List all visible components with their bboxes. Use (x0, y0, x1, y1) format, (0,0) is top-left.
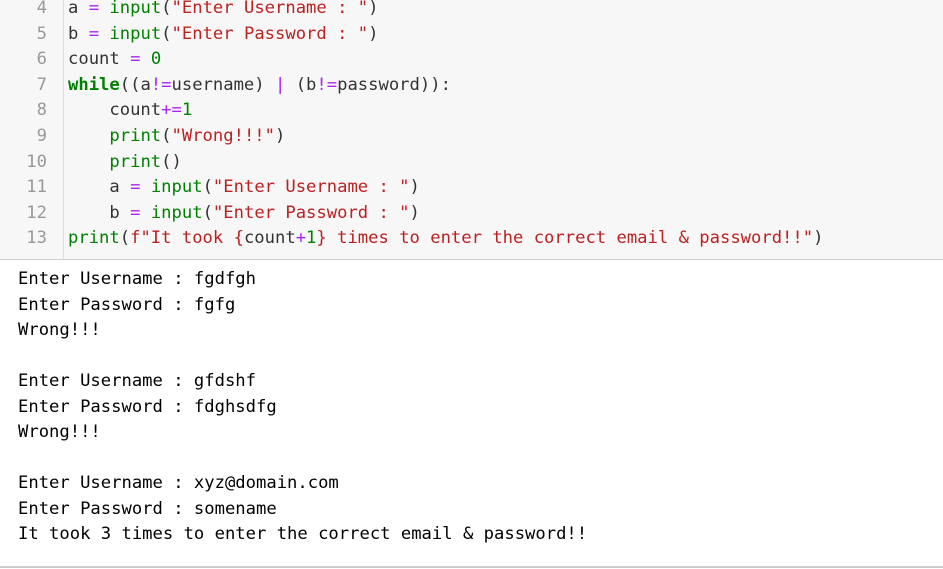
code-token: ) (409, 202, 420, 223)
code-token: = (130, 202, 141, 223)
code-token: ) (813, 228, 824, 249)
code-token: != (316, 74, 338, 95)
code-token: input (109, 0, 162, 18)
code-text: a = input("Enter Username : ") (68, 175, 420, 200)
code-token: ) (368, 23, 379, 44)
code-token: "Enter Username : " (171, 0, 369, 18)
code-token: + (295, 228, 307, 249)
line-number: 6 (36, 49, 47, 70)
output-line: Enter Username : xyz@domain.com (18, 473, 339, 493)
code-token: ( (202, 177, 213, 198)
line-number: 13 (26, 228, 47, 249)
code-token: "Enter Username : " (212, 177, 410, 198)
code-token: 1 (306, 228, 317, 249)
code-token: count (243, 228, 296, 249)
line-number: 10 (26, 151, 47, 172)
code-token: ( (119, 228, 131, 249)
code-token: ( (161, 0, 172, 18)
code-token: ( (161, 23, 172, 44)
code-token: ) (368, 0, 379, 18)
code-token: ( (202, 202, 213, 223)
cell-divider (0, 566, 943, 568)
output-line: Enter Username : gfdshf (18, 371, 256, 391)
output-line: Wrong!!! (18, 422, 101, 442)
code-token: "Enter Password : " (171, 23, 369, 44)
code-token: = (88, 23, 100, 44)
code-text: a = input("Enter Username : ") (68, 0, 379, 21)
output-line: Enter Password : fdghsdfg (18, 396, 277, 417)
code-token: "Wrong!!!" (171, 126, 275, 146)
code-token: print (109, 151, 162, 172)
code-token: () (161, 151, 182, 172)
code-token: ) (275, 126, 286, 146)
code-token: while (68, 74, 120, 95)
line-number: 9 (36, 126, 47, 146)
code-token: += (161, 100, 182, 121)
code-token: b (68, 23, 89, 44)
output-line: Enter Username : fgdfgh (18, 269, 256, 289)
code-text: b = input("Enter Password : ") (68, 22, 379, 47)
code-token: ) (409, 177, 420, 198)
output-line: It took 3 times to enter the correct ema… (18, 524, 588, 544)
code-token: username) (171, 74, 275, 95)
code-token: != (150, 74, 172, 95)
code-token: f"It took { (130, 228, 244, 249)
code-token: 1 (181, 100, 193, 121)
code-text: print("Wrong!!!") (68, 124, 285, 149)
code-cell[interactable]: 4a = input("Enter Username : ") 5 b = inpu… (0, 0, 943, 260)
code-text: while((a!=username) | (b!=password)): (68, 73, 451, 98)
code-token: print (68, 228, 120, 249)
code-token: = (130, 177, 141, 198)
code-text: b = input("Enter Password : ") (68, 201, 420, 226)
output-line: Enter Password : somename (18, 498, 277, 519)
code-text: count+=1 (68, 98, 192, 123)
code-text: print() (68, 150, 182, 175)
code-token: count (68, 49, 131, 70)
output-line: Enter Password : fgfg (18, 294, 236, 315)
code-token: } times to enter the correct email & pas… (316, 228, 814, 249)
code-text: print(f"It took {count+1} times to enter… (68, 226, 823, 251)
code-token: count (68, 100, 162, 121)
code-token: ((a (119, 74, 151, 95)
code-token: (b (285, 74, 317, 95)
code-token: "Enter Password : " (212, 202, 410, 223)
line-number: 7 (36, 74, 47, 95)
code-token: = (130, 49, 141, 70)
code-token: | (274, 74, 286, 95)
code-token: input (150, 202, 203, 223)
line-number: 5 (36, 23, 47, 44)
cell-output: Enter Username : fgdfgh Enter Password : … (18, 267, 938, 548)
code-token: 0 (150, 49, 162, 70)
code-token: password)): (337, 74, 451, 95)
code-token: ( (161, 126, 172, 146)
code-token: = (88, 0, 100, 18)
output-line: Wrong!!! (18, 320, 101, 340)
line-number: 11 (26, 177, 47, 198)
code-token: input (109, 23, 162, 44)
code-token: a (68, 177, 131, 198)
code-token: b (68, 202, 131, 223)
code-token: a (68, 0, 89, 18)
code-text: count = 0 (68, 47, 161, 72)
code-token: input (150, 177, 203, 198)
line-number: 8 (36, 100, 47, 121)
code-token: print (109, 126, 162, 146)
line-number: 12 (26, 202, 47, 223)
line-number: 4 (36, 0, 47, 18)
